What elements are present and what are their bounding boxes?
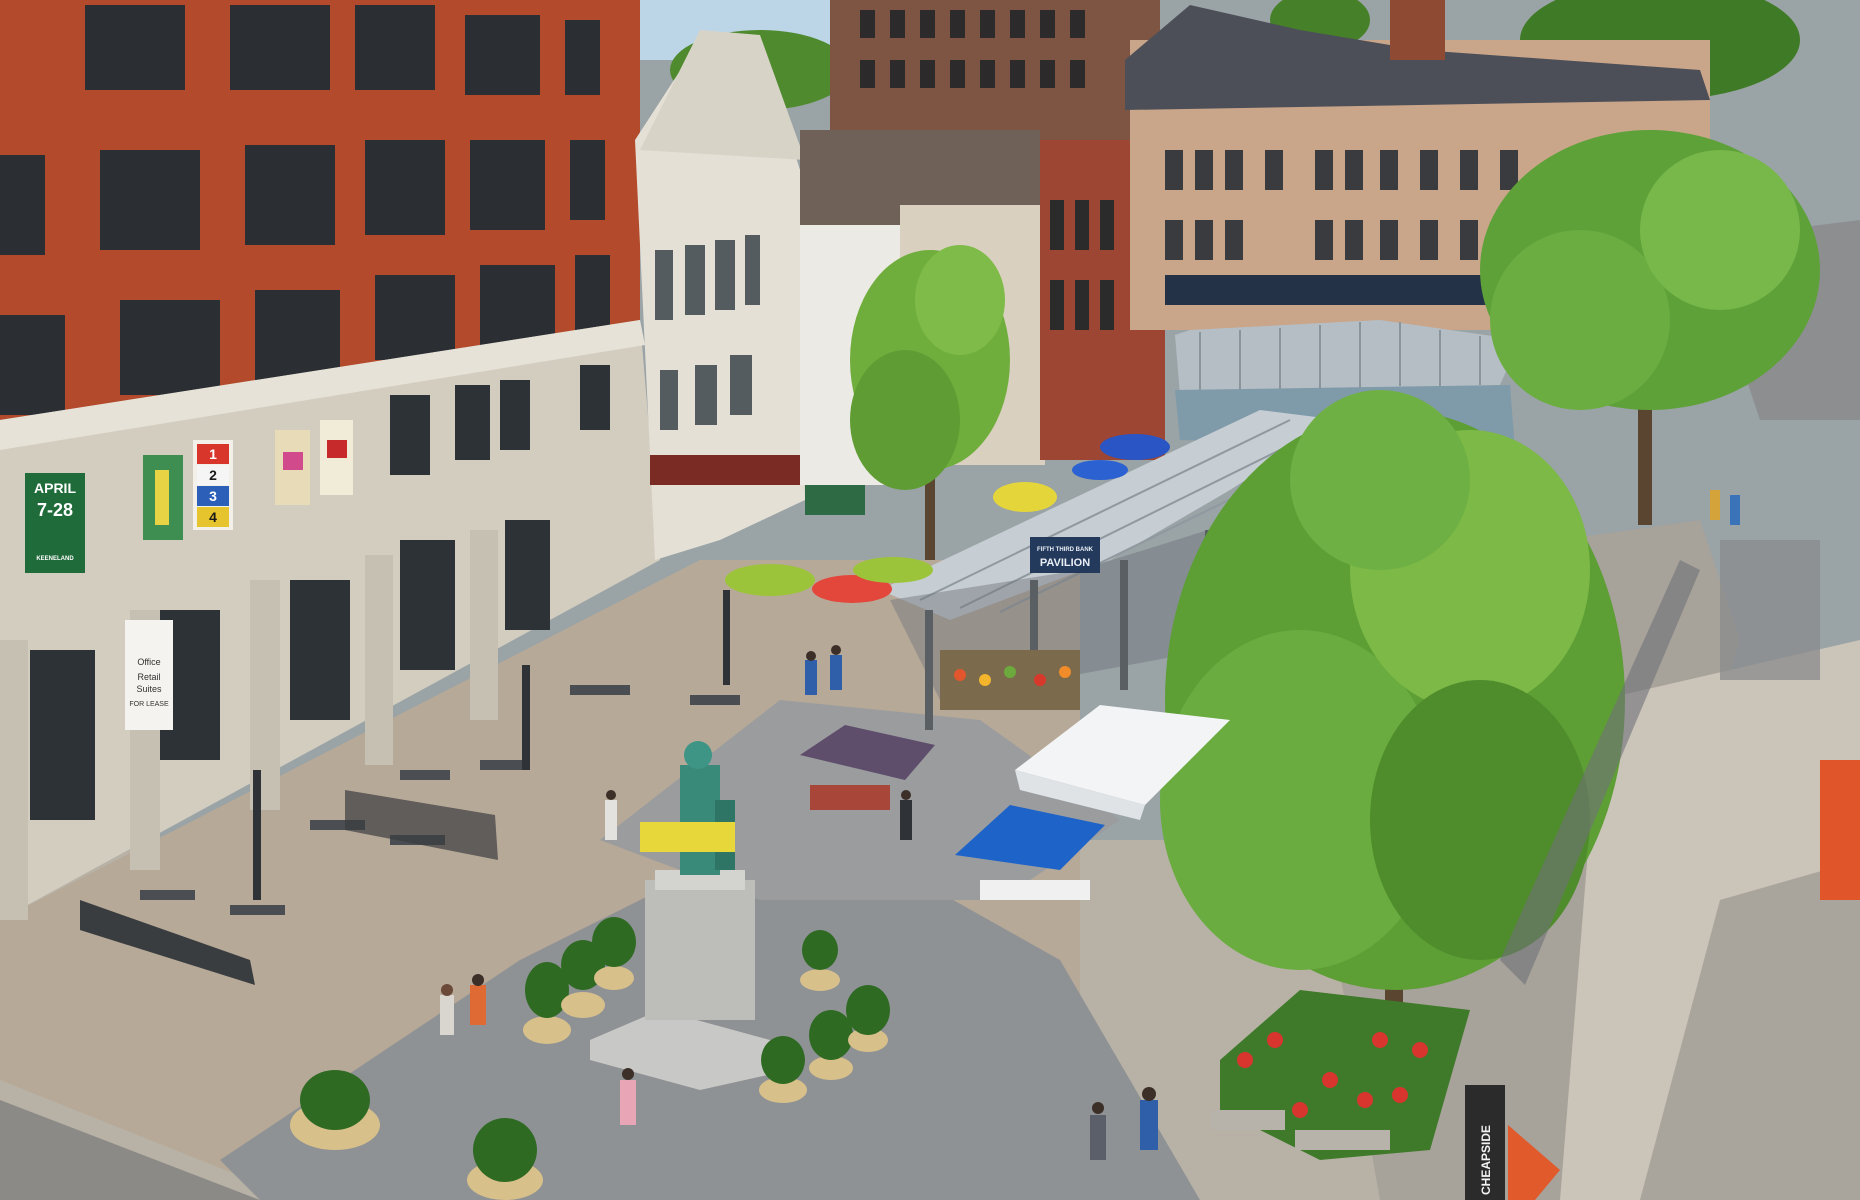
april-banner: APRIL 7-28 KEENELAND bbox=[25, 473, 85, 573]
cheapside-sign: CHEAPSIDE bbox=[1465, 1085, 1505, 1200]
umbrella-blue bbox=[1100, 434, 1170, 460]
cheapside-sign-text: CHEAPSIDE bbox=[1479, 1125, 1493, 1195]
bench bbox=[1295, 1130, 1390, 1150]
pavilion-roof-back bbox=[1175, 320, 1520, 395]
race-number-1: 1 bbox=[209, 446, 217, 462]
april-banner-line3: KEENELAND bbox=[36, 556, 74, 562]
office-banner-line1: Office bbox=[137, 657, 160, 667]
silks-icon bbox=[327, 440, 347, 458]
tree-center bbox=[850, 245, 1010, 560]
silks-icon bbox=[283, 452, 303, 470]
office-banner: Office Retail Suites FOR LEASE bbox=[125, 620, 173, 730]
tent-purple-table bbox=[810, 785, 890, 810]
lamp-post bbox=[253, 770, 261, 900]
awning-red bbox=[650, 455, 800, 485]
plaza-photo: APRIL 7-28 KEENELAND 1 2 3 4 Office Reta… bbox=[0, 0, 1860, 1200]
produce-stands bbox=[940, 650, 1080, 710]
umbrella-green bbox=[853, 557, 933, 583]
bottle-icon bbox=[155, 470, 169, 525]
bench bbox=[1210, 1110, 1285, 1130]
lamp-post bbox=[723, 590, 730, 685]
umbrella-blue bbox=[1072, 460, 1128, 480]
race-numbers-banner: 1 2 3 4 bbox=[193, 440, 233, 530]
pavilion-sign-line1: FIFTH THIRD BANK bbox=[1037, 547, 1094, 553]
umbrella-green bbox=[725, 564, 815, 596]
umbrella-yellow bbox=[993, 482, 1057, 512]
office-banner-line3: Suites bbox=[136, 684, 162, 694]
church-tower bbox=[1390, 0, 1445, 60]
race-number-2: 2 bbox=[209, 467, 217, 483]
april-banner-line2: 7-28 bbox=[37, 500, 73, 520]
april-banner-line1: APRIL bbox=[34, 480, 76, 496]
orange-machine bbox=[1820, 760, 1860, 900]
pavilion-sign: FIFTH THIRD BANK PAVILION bbox=[1030, 537, 1100, 573]
tent-blue-table bbox=[980, 880, 1090, 900]
scaffold bbox=[1720, 540, 1820, 680]
office-banner-line2: Retail bbox=[137, 672, 160, 682]
office-banner-line4: FOR LEASE bbox=[129, 701, 169, 708]
yellow-stand bbox=[640, 822, 735, 852]
race-number-4: 4 bbox=[209, 509, 217, 525]
lamp-post bbox=[522, 665, 530, 770]
pavilion-sign-line2: PAVILION bbox=[1040, 557, 1090, 569]
race-number-3: 3 bbox=[209, 488, 217, 504]
